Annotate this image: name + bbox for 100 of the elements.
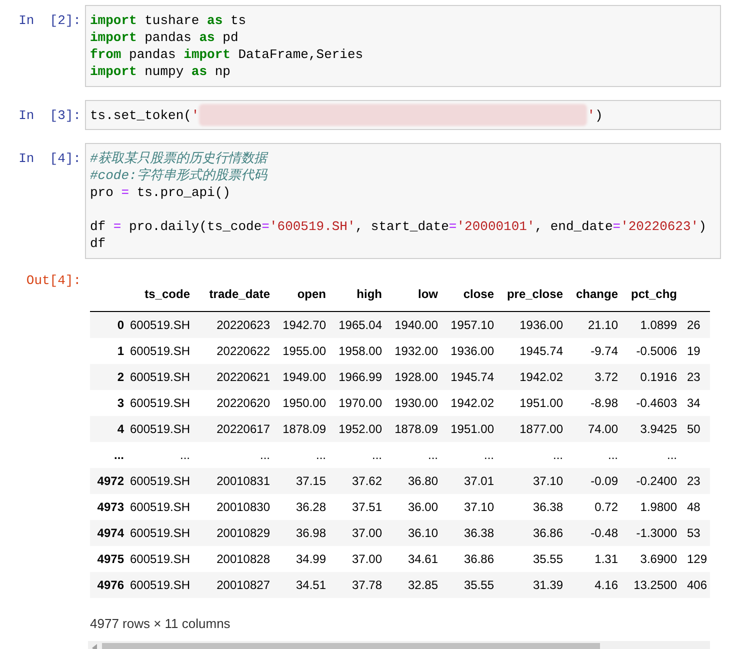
row-index: 3 bbox=[117, 396, 124, 410]
table-cell: 1945.74 bbox=[520, 344, 563, 358]
table-cell: 36.28 bbox=[296, 500, 326, 514]
table-cell: 37.78 bbox=[352, 578, 382, 592]
table-cell: 37.10 bbox=[464, 500, 494, 514]
table-cell: 36.86 bbox=[532, 526, 563, 540]
row-index: ... bbox=[114, 448, 124, 462]
table-cell: 1958.00 bbox=[338, 344, 382, 358]
table-cell: 1.31 bbox=[594, 552, 618, 566]
table-cell: 600519.SH bbox=[130, 552, 190, 566]
table-cell: 1930.00 bbox=[394, 396, 438, 410]
table-cell: 600519.SH bbox=[130, 526, 190, 540]
table-cell: 1.0899 bbox=[640, 318, 677, 332]
table-cell: 406 bbox=[687, 578, 708, 592]
table-cell: 600519.SH bbox=[130, 396, 190, 410]
table-cell: 20010831 bbox=[216, 474, 270, 488]
table-cell: 1965.04 bbox=[338, 318, 382, 332]
table-cell: 20220617 bbox=[216, 422, 270, 436]
table-cell: ... bbox=[428, 448, 438, 462]
table-cell: -0.09 bbox=[590, 474, 618, 488]
table-cell: 1951.00 bbox=[450, 422, 494, 436]
table-cell: 31.39 bbox=[532, 578, 563, 592]
table-cell: 1877.00 bbox=[520, 422, 563, 436]
row-index: 4972 bbox=[97, 474, 124, 488]
table-cell: ... bbox=[316, 448, 326, 462]
table-cell: 3.72 bbox=[594, 370, 618, 384]
table-cell: ... bbox=[260, 448, 270, 462]
code-line: import tushare as ts bbox=[90, 12, 248, 29]
table-cell: 20220621 bbox=[216, 370, 270, 384]
row-index: 4 bbox=[117, 422, 124, 436]
table-cell: 3.6900 bbox=[640, 552, 677, 566]
column-header: pct_chg bbox=[630, 287, 677, 301]
row-index: 4976 bbox=[97, 578, 124, 592]
table-cell: -0.4603 bbox=[636, 396, 677, 410]
input-prompt: In [2]: bbox=[18, 12, 82, 29]
table-cell: 0.1916 bbox=[640, 370, 677, 384]
code-line: #code:字符串形式的股票代码 bbox=[90, 167, 269, 184]
table-cell: 600519.SH bbox=[130, 422, 190, 436]
code-line: import numpy as np bbox=[90, 63, 232, 80]
code-cell[interactable]: ts.set_token(' ') bbox=[85, 100, 721, 130]
table-cell: 34 bbox=[687, 396, 700, 410]
table-cell: 1955.00 bbox=[282, 344, 326, 358]
table-cell: 20220620 bbox=[216, 396, 270, 410]
table-cell: ... bbox=[180, 448, 190, 462]
table-cell: 1949.00 bbox=[282, 370, 326, 384]
table-cell: 20010830 bbox=[216, 500, 270, 514]
table-cell: 36.98 bbox=[296, 526, 326, 540]
column-header: ts_code bbox=[144, 287, 190, 301]
table-cell: 600519.SH bbox=[130, 370, 190, 384]
table-cell: -0.5006 bbox=[636, 344, 677, 358]
table-cell: 20010829 bbox=[216, 526, 270, 540]
table-cell: 1936.00 bbox=[450, 344, 494, 358]
column-header: low bbox=[418, 287, 438, 301]
table-cell: 1950.00 bbox=[282, 396, 326, 410]
table-cell: 37.62 bbox=[352, 474, 382, 488]
input-prompt: In [4]: bbox=[18, 150, 82, 167]
table-cell: 34.51 bbox=[296, 578, 326, 592]
code-cell[interactable]: import tushare as ts import pandas as pd from pandas import DataFrame,Series import numpy as np bbox=[85, 5, 721, 87]
table-cell: 3.9425 bbox=[640, 422, 677, 436]
input-prompt: In [3]: bbox=[18, 107, 82, 124]
row-index: 4973 bbox=[97, 500, 124, 514]
table-cell: 4.16 bbox=[594, 578, 618, 592]
table-cell: 1942.02 bbox=[520, 370, 563, 384]
table-cell: 26 bbox=[687, 318, 700, 332]
code-cell[interactable]: #获取某只股票的历史行情数据 #code:字符串形式的股票代码 pro = ts.pro_api() df = pro.daily(ts_code='600519.SH', start_date='20000101', end_date='20220623') df bbox=[85, 143, 721, 259]
table-cell: 35.55 bbox=[464, 578, 494, 592]
column-header: change bbox=[576, 287, 618, 301]
table-cell: 36.00 bbox=[408, 500, 438, 514]
table-cell: 37.01 bbox=[464, 474, 494, 488]
table-cell: 37.00 bbox=[352, 552, 382, 566]
table-cell: 23 bbox=[687, 370, 700, 384]
column-header: close bbox=[463, 287, 494, 301]
column-header: pre_close bbox=[506, 287, 563, 301]
table-cell: ... bbox=[372, 448, 382, 462]
table-cell: 50 bbox=[687, 422, 700, 436]
table-cell: 1970.00 bbox=[338, 396, 382, 410]
table-cell: 20220623 bbox=[216, 318, 270, 332]
table-cell: 1936.00 bbox=[520, 318, 563, 332]
table-cell: 23 bbox=[687, 474, 700, 488]
row-index: 4975 bbox=[97, 552, 124, 566]
table-cell: 1928.00 bbox=[394, 370, 438, 384]
row-index: 2 bbox=[117, 370, 124, 384]
table-cell: 13.2500 bbox=[634, 578, 677, 592]
table-cell: 129 bbox=[687, 552, 708, 566]
output-prompt: Out[4]: bbox=[25, 272, 82, 289]
table-cell: 36.10 bbox=[408, 526, 438, 540]
code-line: df = pro.daily(ts_code='600519.SH', start_date='20000101', end_date='20220623') bbox=[90, 218, 708, 235]
table-cell: 1932.00 bbox=[394, 344, 438, 358]
table-cell: 19 bbox=[687, 344, 700, 358]
table-cell: 1878.09 bbox=[282, 422, 326, 436]
table-cell: 53 bbox=[687, 526, 700, 540]
row-index: 0 bbox=[117, 318, 124, 332]
code-line: ts.set_token(' ') bbox=[90, 104, 716, 126]
table-cell: 1878.09 bbox=[394, 422, 438, 436]
table-cell: 21.10 bbox=[588, 318, 618, 332]
column-header: trade_date bbox=[209, 287, 270, 301]
table-cell: 36.80 bbox=[408, 474, 438, 488]
table-cell: ... bbox=[552, 448, 563, 462]
table-cell: 48 bbox=[687, 500, 700, 514]
table-cell: 34.99 bbox=[296, 552, 326, 566]
